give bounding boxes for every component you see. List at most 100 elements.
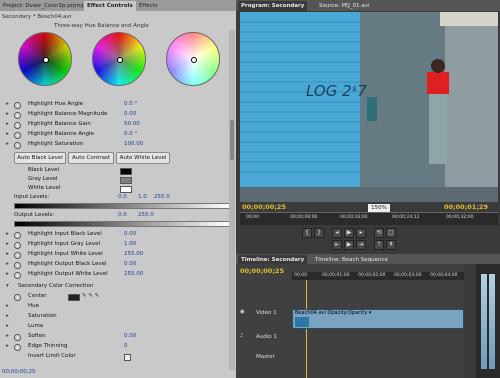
secondary-row[interactable]: Invert Limit Color: [4, 352, 232, 361]
expand-triangle-icon[interactable]: ▸: [6, 312, 12, 321]
zoom-select[interactable]: 150%: [368, 204, 390, 212]
wheel-handle[interactable]: [191, 57, 197, 63]
param-row[interactable]: ▸ Highlight Balance Angle 0.0 °: [4, 130, 232, 139]
step-forward-icon[interactable]: ▸: [356, 228, 366, 238]
extract-icon[interactable]: ⇞: [386, 240, 396, 250]
black-level-swatch[interactable]: [120, 168, 132, 175]
track-label-audio[interactable]: Audio 1: [256, 333, 306, 342]
go-to-in-icon[interactable]: ⇤: [332, 240, 342, 250]
param-row[interactable]: ▸ Highlight Input Gray Level 1.00: [4, 240, 232, 249]
expand-triangle-icon[interactable]: ▸: [6, 302, 12, 311]
timeline-timecode[interactable]: 00;00;00;25: [240, 267, 284, 275]
param-row[interactable]: ▸ Highlight Balance Magnitude 0.00: [4, 110, 232, 119]
tab-source[interactable]: Source: PEJ_01.avi: [316, 1, 373, 11]
wheel-handle[interactable]: [117, 57, 123, 63]
param-row[interactable]: ▸ Highlight Input White Level 255.00: [4, 250, 232, 259]
secondary-row[interactable]: ▸ Saturation: [4, 312, 232, 321]
param-row[interactable]: ▸ Highlight Input Black Level 0.00: [4, 230, 232, 239]
expand-triangle-icon[interactable]: ▾: [6, 282, 12, 291]
secondary-row[interactable]: Center ✎ ✎ ✎: [4, 292, 232, 301]
param-row[interactable]: ▸ Highlight Hue Angle 0.0 °: [4, 100, 232, 109]
expand-triangle-icon[interactable]: ▸: [6, 342, 12, 351]
auto-contrast-button[interactable]: Auto Contrast: [68, 152, 114, 164]
input-levels-slider[interactable]: [14, 203, 230, 209]
mark-in-icon[interactable]: {: [302, 228, 312, 238]
track-label-master[interactable]: Master: [256, 353, 306, 362]
expand-triangle-icon[interactable]: ▸: [6, 260, 12, 269]
tab-project[interactable]: Project: Dvasr_Color2p.prproj: [0, 1, 87, 11]
effect-controls-scrollbar[interactable]: [229, 30, 235, 370]
lift-icon[interactable]: ⇡: [374, 240, 384, 250]
param-row[interactable]: ▸ Highlight Output White Level 255.00: [4, 270, 232, 279]
play-icon[interactable]: ▶: [344, 228, 354, 238]
expand-triangle-icon[interactable]: ▸: [6, 332, 12, 341]
param-value[interactable]: 50.00: [124, 120, 140, 129]
tab-effects[interactable]: Effects: [136, 1, 161, 11]
shadow-color-wheel[interactable]: [18, 32, 72, 86]
tab-program[interactable]: Program: Secondary: [238, 1, 308, 11]
tab-effect-controls[interactable]: Effect Controls: [84, 1, 136, 11]
secondary-row[interactable]: ▸ Edge Thinning 0: [4, 342, 232, 351]
safe-margins-icon[interactable]: ▢: [386, 228, 396, 238]
stopwatch-icon[interactable]: [14, 252, 21, 259]
param-value[interactable]: 100.00: [124, 140, 143, 149]
secondary-row[interactable]: ▸ Luma: [4, 322, 232, 331]
param-value[interactable]: 0.00: [124, 230, 136, 239]
wheel-handle[interactable]: [43, 57, 49, 63]
center-color-swatch[interactable]: [68, 294, 80, 301]
secondary-row[interactable]: ▸ Hue: [4, 302, 232, 311]
param-value[interactable]: 255.00: [124, 270, 143, 279]
gray-level-swatch[interactable]: [120, 177, 132, 184]
input-level-value[interactable]: 255.0: [154, 194, 170, 200]
expand-triangle-icon[interactable]: ▸: [6, 140, 12, 149]
param-value[interactable]: 0.00: [124, 110, 136, 119]
param-value[interactable]: 0.00: [124, 332, 136, 341]
input-level-value[interactable]: 1.0: [138, 194, 147, 200]
expand-triangle-icon[interactable]: ▸: [6, 110, 12, 119]
param-value[interactable]: 255.00: [124, 250, 143, 259]
stopwatch-icon[interactable]: [14, 132, 21, 139]
loop-icon[interactable]: ⟲: [374, 228, 384, 238]
invert-checkbox[interactable]: [124, 354, 131, 361]
eyedropper-icon[interactable]: ✎ ✎ ✎: [82, 292, 99, 301]
stopwatch-icon[interactable]: [14, 334, 21, 341]
highlight-color-wheel[interactable]: [166, 32, 220, 86]
stopwatch-icon[interactable]: [14, 242, 21, 249]
param-value[interactable]: 0.00: [124, 260, 136, 269]
program-timecode-current[interactable]: 00;00;00;25: [242, 203, 286, 211]
white-level-swatch[interactable]: [120, 186, 132, 193]
playhead[interactable]: [306, 280, 307, 378]
stopwatch-icon[interactable]: [14, 344, 21, 351]
expand-triangle-icon[interactable]: ▸: [6, 250, 12, 259]
stopwatch-icon[interactable]: [14, 102, 21, 109]
expand-triangle-icon[interactable]: ▸: [6, 230, 12, 239]
param-row[interactable]: ▸ Highlight Output Black Level 0.00: [4, 260, 232, 269]
level-row[interactable]: Gray Level: [4, 175, 232, 184]
stopwatch-icon[interactable]: [14, 142, 21, 149]
stopwatch-icon[interactable]: [14, 112, 21, 119]
expand-triangle-icon[interactable]: ▸: [6, 322, 12, 331]
secondary-row[interactable]: ▸ Soften 0.00: [4, 332, 232, 341]
param-value[interactable]: 0: [124, 342, 128, 351]
expand-triangle-icon[interactable]: ▸: [6, 240, 12, 249]
output-level-value[interactable]: 0.0: [118, 212, 127, 218]
stopwatch-icon[interactable]: [14, 294, 21, 301]
midtone-color-wheel[interactable]: [92, 32, 146, 86]
program-video-frame[interactable]: LOG 2ˢ7: [240, 12, 498, 202]
stopwatch-icon[interactable]: [14, 232, 21, 239]
stopwatch-icon[interactable]: [14, 272, 21, 279]
secondary-group[interactable]: ▾ Secondary Color Correction: [4, 282, 232, 291]
speaker-icon[interactable]: ♪: [240, 333, 248, 341]
output-levels-slider[interactable]: [14, 221, 230, 227]
stopwatch-icon[interactable]: [14, 122, 21, 129]
param-row[interactable]: ▸ Highlight Balance Gain 50.00: [4, 120, 232, 129]
program-time-ruler[interactable]: 00;00 00;00;08;00 00;00;16;00 00;00;24;1…: [240, 212, 498, 225]
param-row[interactable]: ▸ Highlight Saturation 100.00: [4, 140, 232, 149]
output-level-value[interactable]: 255.0: [138, 212, 154, 218]
expand-triangle-icon[interactable]: ▸: [6, 100, 12, 109]
auto-white-level-button[interactable]: Auto White Level: [116, 152, 170, 164]
timeline-ruler[interactable]: 00;00 00;00;01;00 00;00;02;00 00;00;03;0…: [292, 272, 464, 280]
input-level-value[interactable]: 0.0: [118, 194, 127, 200]
param-value[interactable]: 1.00: [124, 240, 136, 249]
eye-icon[interactable]: ◉: [240, 309, 248, 317]
